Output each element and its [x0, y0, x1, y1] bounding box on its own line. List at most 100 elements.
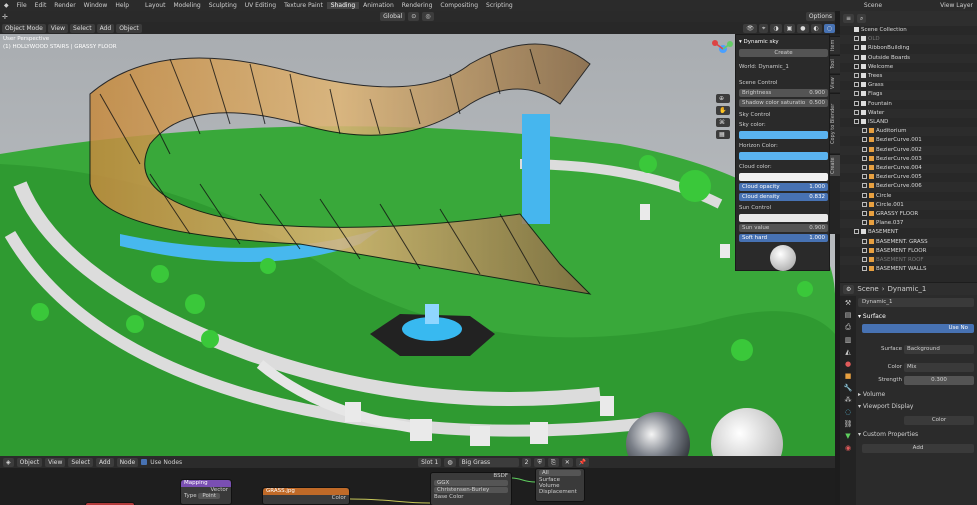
- exclude-checkbox-icon[interactable]: [854, 119, 859, 124]
- tab-copy-to-blender[interactable]: Copy to Blender: [830, 93, 840, 153]
- exclude-checkbox-icon[interactable]: [854, 36, 859, 42]
- node-menu-add[interactable]: Add: [95, 457, 114, 467]
- panel-header[interactable]: ▾ Dynamic sky: [739, 38, 828, 46]
- options-dropdown[interactable]: Options: [805, 12, 836, 21]
- sun-value-slider[interactable]: Sun value 0.900: [739, 224, 828, 232]
- modifier-tab-icon[interactable]: 🔧: [844, 384, 853, 392]
- exclude-checkbox-icon[interactable]: [854, 82, 859, 88]
- outliner-row[interactable]: BASEMENT FLOOR: [840, 247, 977, 256]
- tool-tab-icon[interactable]: ⚒: [845, 299, 851, 307]
- exclude-checkbox-icon[interactable]: [862, 183, 867, 189]
- surface-shader-dropdown[interactable]: Background: [904, 345, 974, 354]
- surface-section-header[interactable]: ▾ Surface: [858, 313, 974, 320]
- outliner-editor-icon[interactable]: ≡: [843, 14, 855, 23]
- slot-dropdown[interactable]: Slot 1: [418, 457, 442, 467]
- shading-material-icon[interactable]: ◐: [810, 23, 822, 33]
- create-button[interactable]: Create: [739, 49, 828, 57]
- volume-section-header[interactable]: ▸ Volume: [858, 391, 974, 398]
- scene-tab-icon[interactable]: ◭: [845, 348, 850, 356]
- use-nodes-button[interactable]: Use No: [862, 324, 974, 333]
- cursor-tool-icon[interactable]: ✛: [2, 13, 8, 21]
- node-menu-node[interactable]: Node: [116, 457, 139, 467]
- horizon-color-swatch[interactable]: [739, 152, 828, 160]
- tab-rendering[interactable]: Rendering: [398, 2, 437, 9]
- custom-properties-section-header[interactable]: ▾ Custom Properties: [858, 431, 974, 438]
- outliner-row[interactable]: BezierCurve.001: [840, 136, 977, 145]
- exclude-checkbox-icon[interactable]: [862, 211, 867, 216]
- exclude-checkbox-icon[interactable]: [862, 128, 867, 134]
- viewport-display-section-header[interactable]: ▾ Viewport Display: [858, 403, 974, 410]
- exclude-checkbox-icon[interactable]: [854, 63, 859, 69]
- shader-type-dropdown[interactable]: Object: [16, 457, 43, 467]
- exclude-checkbox-icon[interactable]: [854, 54, 859, 60]
- material-browse-icon[interactable]: ◍: [444, 457, 456, 467]
- tab-view[interactable]: View: [830, 74, 840, 92]
- exclude-checkbox-icon[interactable]: [862, 155, 867, 161]
- shading-rendered-icon[interactable]: ○: [823, 23, 835, 33]
- exclude-checkbox-icon[interactable]: [862, 165, 867, 170]
- add-property-button[interactable]: Add: [862, 444, 974, 453]
- exclude-checkbox-icon[interactable]: [854, 229, 859, 235]
- tab-texture-paint[interactable]: Texture Paint: [280, 2, 327, 9]
- object-tab-icon[interactable]: ■: [845, 372, 852, 380]
- node-menu-view[interactable]: View: [45, 457, 66, 467]
- material-name-field[interactable]: Big Grass: [458, 457, 519, 467]
- node-menu-select[interactable]: Select: [68, 457, 93, 467]
- color-input-dropdown[interactable]: Mix: [904, 363, 974, 372]
- outliner-row[interactable]: BezierCurve.006: [840, 182, 977, 192]
- zoom-icon[interactable]: ⊕: [716, 94, 730, 103]
- soft-hard-slider[interactable]: Soft hard 1.000: [739, 234, 828, 242]
- world-tab-icon[interactable]: ●: [845, 360, 851, 368]
- tab-sculpting[interactable]: Sculpting: [205, 2, 241, 9]
- unlink-icon[interactable]: ✕: [561, 457, 573, 467]
- outliner-row[interactable]: Fountain: [840, 100, 977, 109]
- navigation-gizmo[interactable]: [712, 38, 734, 60]
- use-nodes-checkbox[interactable]: [141, 459, 148, 465]
- brightness-slider[interactable]: Brightness 0.900: [739, 89, 828, 97]
- mode-dropdown[interactable]: Object Mode: [2, 23, 46, 33]
- tab-item[interactable]: Item: [830, 36, 840, 54]
- sky-color-swatch[interactable]: [739, 131, 828, 139]
- view-layer-tab-icon[interactable]: ▥: [845, 336, 852, 344]
- exclude-checkbox-icon[interactable]: [862, 247, 867, 253]
- tab-scripting[interactable]: Scripting: [482, 2, 517, 9]
- outliner-row[interactable]: Water: [840, 108, 977, 118]
- outliner-row[interactable]: Flags: [840, 90, 977, 100]
- outliner-row[interactable]: BASEMENT. GRASS: [840, 237, 977, 247]
- snap-icon[interactable]: ⊙: [408, 12, 420, 21]
- output-tab-icon[interactable]: ⎙: [845, 323, 851, 332]
- blender-logo-icon[interactable]: ◆: [0, 2, 13, 9]
- particles-tab-icon[interactable]: ⁂: [845, 396, 852, 404]
- outliner-row[interactable]: BASEMENT ROOF: [840, 256, 977, 266]
- proportional-icon[interactable]: ◎: [422, 12, 434, 21]
- tab-modeling[interactable]: Modeling: [169, 2, 204, 9]
- outliner-row[interactable]: RibbonBuilding: [840, 44, 977, 53]
- tab-animation[interactable]: Animation: [359, 2, 398, 9]
- exclude-checkbox-icon[interactable]: [862, 266, 867, 272]
- node-editor-type-icon[interactable]: ◈: [3, 457, 14, 467]
- tab-compositing[interactable]: Compositing: [436, 2, 482, 9]
- exclude-checkbox-icon[interactable]: [862, 220, 867, 226]
- camera-icon[interactable]: ⌘: [716, 118, 730, 127]
- outliner-row[interactable]: Grass: [840, 81, 977, 90]
- tab-layout[interactable]: Layout: [141, 2, 169, 9]
- viewport-menu-object[interactable]: Object: [116, 23, 142, 33]
- viewport-display-color[interactable]: Color: [904, 416, 974, 425]
- exclude-checkbox-icon[interactable]: [854, 100, 859, 106]
- outliner-row[interactable]: BezierCurve.002: [840, 145, 977, 155]
- outliner-row[interactable]: Outside Boards: [840, 53, 977, 63]
- view-layer-selector[interactable]: View Layer: [936, 2, 977, 9]
- exclude-checkbox-icon[interactable]: [854, 73, 859, 78]
- exclude-checkbox-icon[interactable]: [862, 257, 867, 262]
- outliner-row[interactable]: Plane.037: [840, 219, 977, 229]
- fake-user-icon[interactable]: ⛨: [534, 457, 545, 467]
- 3d-viewport[interactable]: User Perspective (1) HOLLYWOOD STAIRS | …: [0, 34, 835, 456]
- outliner-row[interactable]: BASEMENT WALLS: [840, 265, 977, 274]
- strength-slider[interactable]: 0.300: [904, 376, 974, 385]
- exclude-checkbox-icon[interactable]: [862, 192, 867, 198]
- menu-window[interactable]: Window: [80, 2, 112, 9]
- outliner-row[interactable]: BezierCurve.004: [840, 164, 977, 174]
- sun-color-swatch[interactable]: [739, 214, 828, 222]
- outliner-row[interactable]: Circle: [840, 192, 977, 201]
- menu-edit[interactable]: Edit: [31, 2, 51, 9]
